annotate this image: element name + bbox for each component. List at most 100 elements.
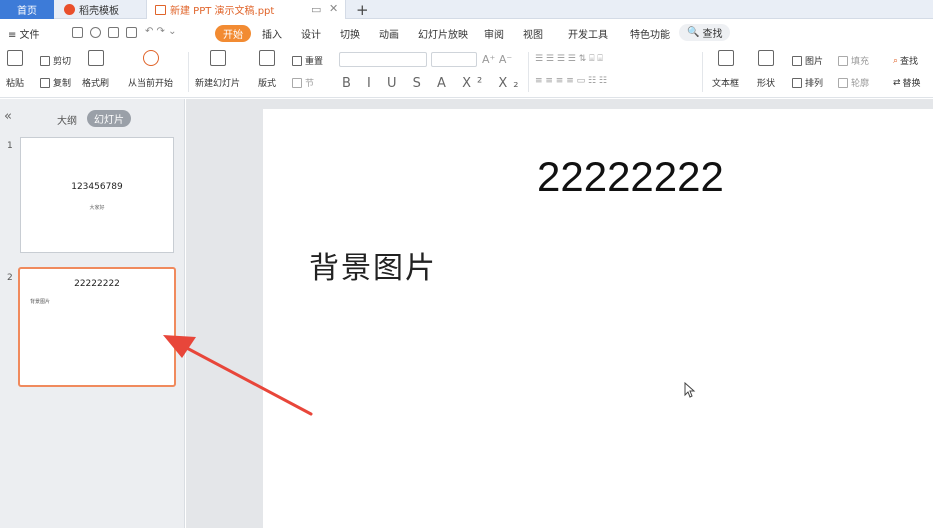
tab-home[interactable]: 首页 [0,0,54,19]
outline-icon [838,77,848,88]
text-box-button[interactable]: 文本框 [712,50,739,89]
docer-logo-icon [64,4,75,15]
paste-label: 粘贴 [6,79,25,89]
file-menu[interactable]: ≡ 文件 [8,26,40,41]
tab-templates[interactable]: 稻壳模板 [58,0,138,19]
copy-label: 复制 [53,79,72,89]
fill-icon [838,55,848,66]
close-tab-icon[interactable]: ✕ [329,2,338,15]
menu-insert[interactable]: 插入 [262,26,282,41]
undo-history-icon[interactable] [90,27,101,38]
outline-button[interactable]: 轮廓 [838,76,869,89]
tab-document[interactable]: 新建 PPT 演示文稿.ppt ▭ ✕ [146,0,346,19]
slide-canvas[interactable]: 22222222 背景图片 [263,109,933,528]
slide-number: 2 [7,273,13,283]
menu-design[interactable]: 设计 [301,26,321,41]
picture-icon [792,55,802,66]
text-format-toolbar[interactable]: B I U S A X² X₂ [342,76,524,91]
replace-label: 替换 [902,79,921,89]
tab-outline[interactable]: 大纲 [57,112,77,127]
divider [702,52,703,92]
layout-label: 版式 [258,79,277,89]
outline-label: 轮廓 [851,79,870,89]
window-icon[interactable]: ▭ [311,3,321,16]
thumb-body: 背景图片 [30,299,51,305]
slide-thumbnail-1[interactable]: 123456789 大家好 [20,137,174,253]
mouse-cursor-icon [684,382,696,398]
shape-button[interactable]: 形状 [757,50,775,89]
slide-body-text[interactable]: 背景图片 [309,243,437,287]
arrange-label: 排列 [805,79,824,89]
list-icon[interactable]: ☰ ☰ ☰ ☰ ⇅ ⌸ ⌸ [535,54,603,64]
menu-review[interactable]: 审阅 [484,26,504,41]
slide-thumbnail-2[interactable]: 22222222 背景图片 [18,267,176,387]
divider [528,52,529,92]
tab-document-label: 新建 PPT 演示文稿.ppt [170,6,275,17]
menu-transitions[interactable]: 切换 [340,26,360,41]
font-size-select[interactable] [431,52,477,67]
undo-icon[interactable]: ↶ ↷ ⌄ [145,26,177,37]
slide-title[interactable]: 22222222 [537,153,724,201]
picture-label: 图片 [805,57,824,67]
find-icon: ⌕ [893,55,899,66]
font-size-adjust-icon[interactable]: A⁺ A⁻ [482,53,512,66]
text-box-label: 文本框 [712,79,740,89]
collapse-pane-icon[interactable]: « [4,109,12,124]
replace-icon: ⇄ [893,77,901,88]
menu-animations[interactable]: 动画 [379,26,399,41]
section-button[interactable]: 节 [292,76,314,89]
replace-button[interactable]: ⇄ 替换 [893,76,921,90]
search-label: 查找 [702,29,723,40]
menu-developer[interactable]: 开发工具 [568,26,608,41]
font-family-select[interactable] [339,52,427,67]
copy-icon [40,77,50,88]
layout-icon [259,50,275,66]
new-slide-label: 新建幻灯片 [195,79,241,89]
paste-icon [7,50,23,66]
reset-button[interactable]: 重置 [292,54,323,67]
reset-icon [292,55,302,66]
menu-view[interactable]: 视图 [523,26,543,41]
reset-label: 重置 [305,57,324,67]
paste-button[interactable]: 粘贴 [6,50,24,89]
search-icon: 🔍 [687,27,700,38]
arrange-icon [792,77,802,88]
align-icon[interactable]: ≡ ≡ ≡ ≡ ▭ ☷ ☷ [535,76,607,86]
new-slide-button[interactable]: 新建幻灯片 [195,50,240,89]
slide-editing-area: 22222222 背景图片 [186,99,933,528]
menu-slideshow[interactable]: 幻灯片放映 [418,26,468,41]
tab-slides[interactable]: 幻灯片 [87,110,131,127]
arrange-button[interactable]: 排列 [792,76,823,89]
fill-button[interactable]: 填充 [838,54,869,67]
find-button[interactable]: ⌕ 查找 [893,54,918,68]
thumb-title: 123456789 [71,182,123,192]
divider [188,52,189,92]
slide-thumbnail-pane: « 大纲 幻灯片 1 123456789 大家好 2 22222222 背景图片 [0,99,185,528]
ppt-file-icon [155,4,166,15]
menu-bar: ≡ 文件 ↶ ↷ ⌄ 开始 插入 设计 切换 动画 幻灯片放映 审阅 视图 开发… [0,20,933,46]
text-box-icon [717,50,734,66]
copy-button[interactable]: 复制 [40,76,71,89]
menu-start[interactable]: 开始 [215,25,251,42]
section-icon [292,77,302,88]
slide-number: 1 [7,141,13,151]
new-tab-button[interactable]: + [356,0,369,19]
thumb-subtitle: 大家好 [89,205,105,211]
format-painter-button[interactable]: 格式刷 [82,50,109,89]
picture-button[interactable]: 图片 [792,54,823,67]
layout-button[interactable]: 版式 [258,50,276,89]
search-box[interactable]: 🔍 查找 [679,24,731,41]
play-from-current-label: 从当前开始 [128,79,174,89]
shape-label: 形状 [757,79,776,89]
menu-special[interactable]: 特色功能 [630,26,670,41]
play-from-current-button[interactable]: 从当前开始 [128,50,173,89]
tab-templates-label: 稻壳模板 [79,6,119,17]
print-preview-icon[interactable] [126,27,137,38]
new-slide-icon [209,50,226,66]
save-icon[interactable] [72,27,83,38]
section-label: 节 [305,79,315,89]
fill-label: 填充 [851,57,870,67]
cut-button[interactable]: 剪切 [40,54,71,67]
print-icon[interactable] [108,27,119,38]
scissors-icon [40,55,50,66]
